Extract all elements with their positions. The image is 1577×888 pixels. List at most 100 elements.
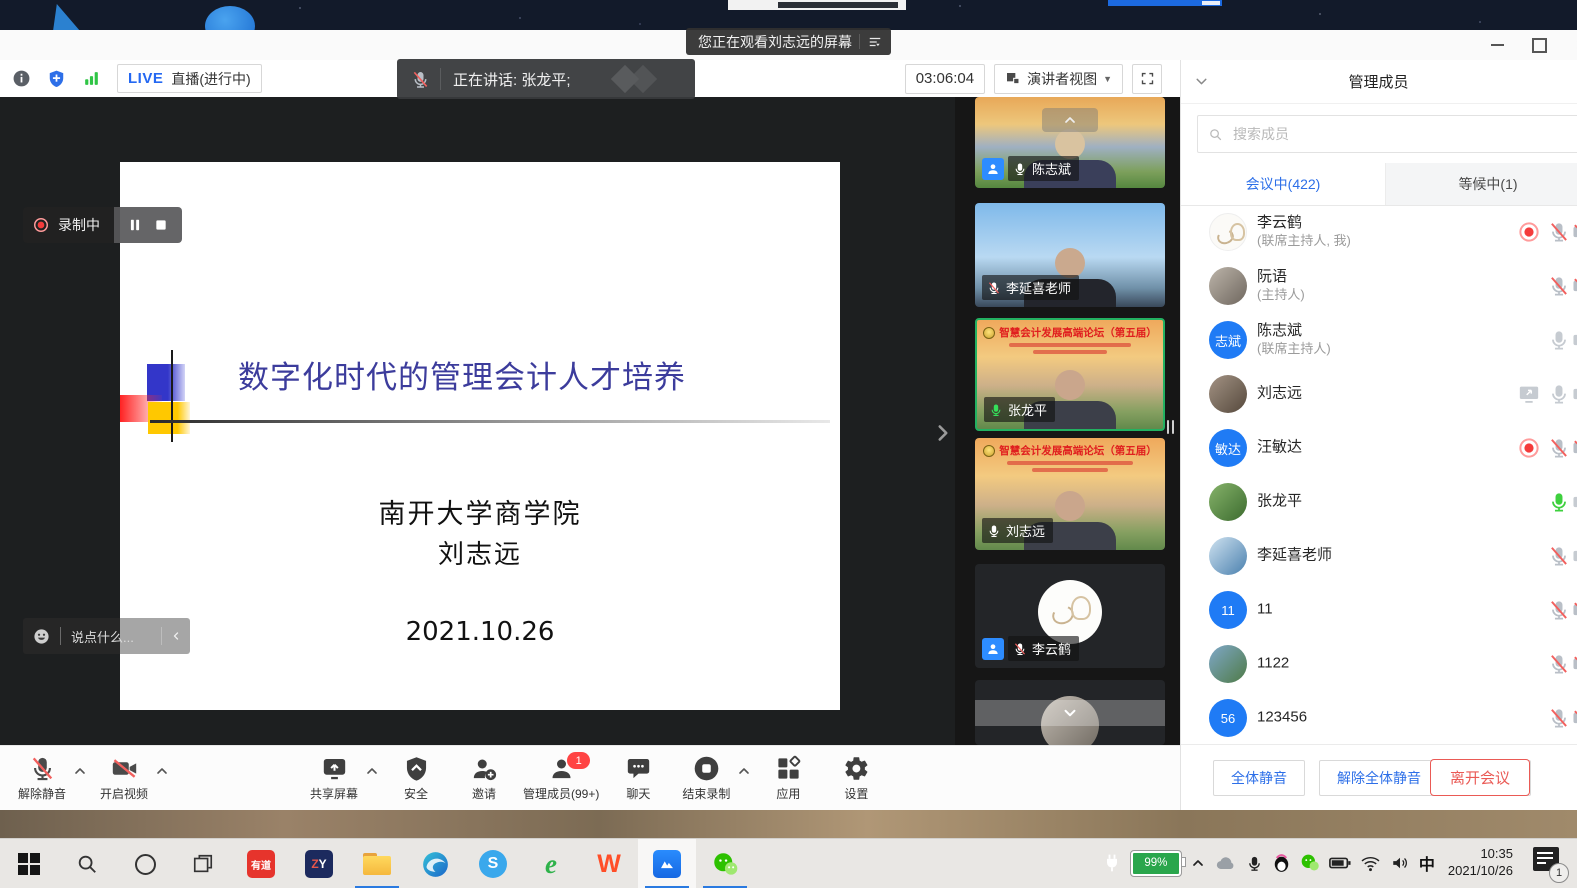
emoji-icon[interactable]	[33, 628, 50, 645]
taskbar-app-wps[interactable]: W	[580, 839, 638, 888]
member-row[interactable]: 1122	[1181, 637, 1577, 691]
notification-center[interactable]: 1	[1529, 845, 1569, 883]
camera-on-icon[interactable]	[1572, 491, 1577, 513]
camera-on-icon[interactable]	[1572, 383, 1577, 405]
mute-all-button[interactable]: 全体静音	[1213, 760, 1305, 796]
unmute-all-button[interactable]: 解除全体静音	[1319, 760, 1439, 796]
chevron-up-icon[interactable]	[364, 763, 380, 779]
leave-meeting-button[interactable]: 离开会议	[1430, 759, 1530, 796]
fullscreen-button[interactable]	[1132, 64, 1162, 94]
member-row[interactable]: 志斌 陈志斌(联席主持人)	[1181, 313, 1577, 367]
tray-wifi[interactable]	[1360, 855, 1381, 872]
camera-muted-icon[interactable]	[1572, 599, 1577, 621]
tab-waiting[interactable]: 等候中(1)	[1385, 163, 1577, 205]
tray-volume[interactable]	[1390, 854, 1410, 872]
tray-qq[interactable]	[1272, 853, 1291, 874]
mic-muted-icon[interactable]	[1548, 275, 1570, 297]
info-icon[interactable]	[12, 69, 31, 88]
mic-on-icon[interactable]	[1548, 329, 1570, 351]
member-row[interactable]: 李云鹤(联席主持人, 我)	[1181, 205, 1577, 259]
video-thumbnail[interactable]	[975, 680, 1165, 745]
camera-muted-icon[interactable]	[1572, 221, 1577, 243]
camera-on-icon[interactable]	[1572, 545, 1577, 567]
chevron-up-icon[interactable]	[736, 763, 752, 779]
taskbar-app-edge[interactable]	[406, 839, 464, 888]
camera-muted-icon[interactable]	[1572, 275, 1577, 297]
search-input[interactable]	[1231, 125, 1577, 143]
filmstrip-resize-handle[interactable]	[1167, 420, 1174, 434]
toolbar-apps[interactable]: 应用	[754, 750, 822, 806]
camera-on-icon[interactable]	[1572, 329, 1577, 351]
mic-on-icon[interactable]	[1548, 383, 1570, 405]
taskbar-app-cortana[interactable]	[116, 839, 174, 888]
mic-muted-icon[interactable]	[1548, 653, 1570, 675]
tray-wechat-tray[interactable]	[1300, 853, 1320, 873]
mic-muted-icon[interactable]	[1548, 437, 1570, 459]
chat-quick-input[interactable]: 说点什么...	[23, 618, 190, 654]
chevron-up-icon[interactable]	[154, 763, 170, 779]
toolbar-security[interactable]: 安全	[382, 750, 450, 806]
close-button[interactable]: ✕	[1566, 30, 1577, 60]
video-thumbnail[interactable]: 李延喜老师	[975, 203, 1165, 307]
taskbar-app-task-view[interactable]	[174, 839, 232, 888]
video-thumbnail[interactable]: 陈志斌	[975, 97, 1165, 188]
tray-plug[interactable]	[1102, 852, 1122, 874]
toolbar-settings[interactable]: 设置	[822, 750, 890, 806]
taskbar-app-zy[interactable]: ZY	[290, 839, 348, 888]
video-thumbnail[interactable]: 智慧会计发展高端论坛（第五届） 张龙平	[975, 318, 1165, 431]
video-thumbnail[interactable]: 李云鹤	[975, 564, 1165, 668]
mic-muted-icon[interactable]	[1548, 707, 1570, 729]
tab-in-meeting[interactable]: 会议中(422)	[1181, 163, 1385, 205]
toolbar-unmute[interactable]: 解除静音	[8, 750, 76, 806]
taskbar-app-meeting[interactable]	[638, 839, 696, 888]
tray-battery[interactable]: 99%	[1131, 851, 1181, 876]
filmstrip-expand-button[interactable]	[975, 700, 1165, 726]
taskbar-app-explorer[interactable]	[348, 839, 406, 888]
member-row[interactable]: 敏达 汪敏达	[1181, 421, 1577, 475]
tray-mic[interactable]	[1246, 854, 1263, 873]
next-slide-chevron[interactable]	[930, 415, 955, 451]
member-row[interactable]: 刘志远	[1181, 367, 1577, 421]
taskbar-app-ie[interactable]: e	[522, 839, 580, 888]
list-menu-icon[interactable]	[867, 35, 883, 49]
taskbar-app-s-browser[interactable]: S	[464, 839, 522, 888]
taskbar-app-start[interactable]	[0, 839, 58, 888]
member-row[interactable]: 张龙平	[1181, 475, 1577, 529]
taskbar-clock[interactable]: 10:35 2021/10/26	[1448, 846, 1513, 880]
tray-cloud[interactable]	[1215, 854, 1237, 872]
mic-muted-icon[interactable]	[1548, 599, 1570, 621]
camera-muted-icon[interactable]	[1572, 437, 1577, 459]
chevron-up-icon[interactable]	[72, 763, 88, 779]
member-row[interactable]: 阮语(主持人)	[1181, 259, 1577, 313]
camera-muted-icon[interactable]	[1572, 653, 1577, 675]
mic-muted-icon[interactable]	[1548, 221, 1570, 243]
toolbar-share-screen[interactable]: 共享屏幕	[300, 750, 368, 806]
tray-chevron-up[interactable]	[1190, 855, 1206, 871]
member-row[interactable]: 56 123456	[1181, 691, 1577, 745]
toolbar-members[interactable]: 1管理成员(99+)	[518, 750, 604, 806]
taskbar-app-search[interactable]	[58, 839, 116, 888]
taskbar-app-youdao[interactable]: 有道	[232, 839, 290, 888]
tray-power[interactable]	[1329, 856, 1351, 870]
filmstrip-collapse-button[interactable]	[1042, 108, 1098, 132]
tray-ime[interactable]: 中	[1419, 851, 1435, 875]
network-quality-icon[interactable]	[82, 69, 101, 88]
mic-muted-icon[interactable]	[1548, 545, 1570, 567]
member-row[interactable]: 11 11	[1181, 583, 1577, 637]
minimize-button[interactable]	[1482, 30, 1512, 60]
chevron-left-icon[interactable]	[170, 630, 182, 642]
member-row[interactable]: 李延喜老师	[1181, 529, 1577, 583]
camera-muted-icon[interactable]	[1572, 707, 1577, 729]
pause-recording-button[interactable]	[128, 218, 142, 232]
taskbar-app-wechat[interactable]	[696, 839, 754, 888]
view-mode-dropdown[interactable]: 演讲者视图 ▼	[994, 64, 1123, 94]
mic-active-icon[interactable]	[1548, 491, 1570, 513]
toolbar-start-video[interactable]: 开启视频	[90, 750, 158, 806]
stop-recording-button[interactable]	[154, 218, 168, 232]
security-shield-icon[interactable]	[47, 69, 66, 88]
maximize-button[interactable]	[1524, 30, 1554, 60]
toolbar-stop-record[interactable]: 结束录制	[672, 750, 740, 806]
member-search[interactable]	[1197, 115, 1577, 153]
toolbar-invite[interactable]: 邀请	[450, 750, 518, 806]
video-thumbnail[interactable]: 智慧会计发展高端论坛（第五届） 刘志远	[975, 438, 1165, 550]
